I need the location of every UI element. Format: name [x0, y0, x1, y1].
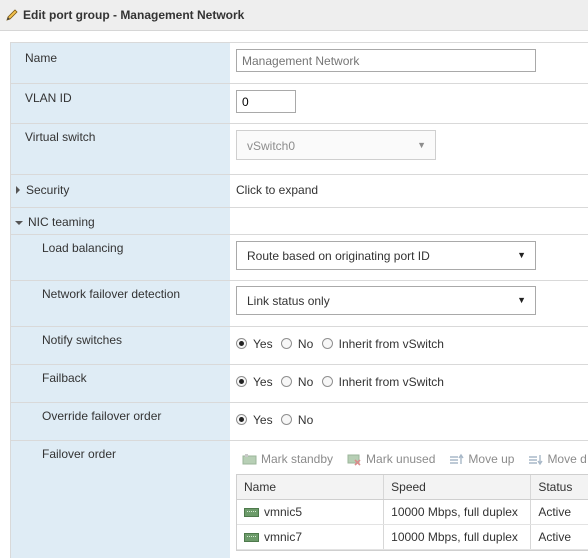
row-nic-teaming[interactable]: NIC teaming: [11, 208, 588, 235]
failback-no-option[interactable]: No: [280, 375, 313, 389]
nic-speed-cell: 10000 Mbps, full duplex: [384, 500, 532, 524]
name-input[interactable]: [236, 49, 536, 72]
move-up-icon: [450, 453, 464, 464]
override-no-option[interactable]: No: [280, 413, 313, 427]
radio-unselected[interactable]: [280, 338, 292, 349]
row-vlan-id: VLAN ID: [11, 84, 588, 124]
nic-name-cell: vmnic5: [237, 500, 385, 524]
override-failover-radio-group: Yes No: [236, 413, 318, 427]
row-load-balancing: Load balancing Route based on originatin…: [11, 235, 588, 281]
table-row[interactable]: vmnic5 10000 Mbps, full duplex Active: [237, 500, 588, 525]
virtual-switch-label: Virtual switch: [25, 130, 96, 144]
radio-unselected[interactable]: [321, 338, 333, 349]
radio-selected[interactable]: [236, 376, 247, 387]
security-label: Security: [26, 183, 70, 197]
nic-teaming-toggle[interactable]: NIC teaming: [15, 215, 95, 229]
column-header-name[interactable]: Name: [237, 475, 385, 499]
dialog-title: Edit port group - Management Network: [23, 8, 245, 22]
radio-selected[interactable]: [236, 414, 247, 425]
radio-unselected[interactable]: [280, 376, 292, 387]
security-toggle[interactable]: Security: [16, 183, 69, 197]
mark-unused-button[interactable]: Mark unused: [347, 452, 435, 466]
override-failover-label: Override failover order: [42, 409, 162, 423]
notify-inherit-option[interactable]: Inherit from vSwitch: [321, 337, 444, 351]
expand-arrow-icon: [16, 186, 20, 194]
network-adapter-icon: [244, 507, 259, 517]
radio-selected[interactable]: [236, 338, 247, 349]
row-name: Name: [11, 43, 588, 84]
vlan-id-label: VLAN ID: [25, 91, 72, 105]
column-header-speed[interactable]: Speed: [384, 475, 532, 499]
pencil-icon: [6, 9, 18, 21]
failback-inherit-option[interactable]: Inherit from vSwitch: [321, 375, 444, 389]
nic-teaming-label: NIC teaming: [28, 215, 95, 229]
nic-speed-cell: 10000 Mbps, full duplex: [384, 525, 532, 549]
mark-standby-icon: [242, 453, 257, 464]
failback-radio-group: Yes No Inherit from vSwitch: [236, 375, 449, 389]
nic-status-cell: Active: [538, 530, 571, 544]
chevron-down-icon: ▼: [417, 140, 426, 150]
failover-order-toolbar: Mark standby Mark unused Move up Move d: [242, 452, 588, 466]
dialog-title-bar: Edit port group - Management Network: [0, 0, 588, 31]
column-header-status[interactable]: Status: [531, 475, 588, 499]
security-click-to-expand[interactable]: Click to expand: [236, 183, 318, 197]
table-header: Name Speed Status: [237, 475, 588, 500]
radio-unselected[interactable]: [321, 376, 333, 387]
mark-unused-icon: [347, 454, 361, 466]
name-label: Name: [25, 51, 58, 65]
load-balancing-value: Route based on originating port ID: [247, 249, 430, 263]
radio-unselected[interactable]: [280, 414, 292, 425]
network-adapter-icon: [244, 532, 259, 542]
move-down-button[interactable]: Move d: [528, 452, 587, 466]
chevron-down-icon: ▼: [517, 250, 526, 260]
nic-status-cell: Active: [538, 505, 571, 519]
row-failback: Failback Yes No Inherit from vSwitch: [11, 365, 588, 403]
row-security[interactable]: Security Click to expand: [11, 175, 588, 208]
mark-standby-button[interactable]: Mark standby: [242, 452, 333, 466]
load-balancing-label: Load balancing: [42, 241, 124, 255]
row-failover-order: Failover order Mark standby Mark unused: [11, 441, 588, 559]
failover-order-table: Name Speed Status vmnic5 10000 Mbps, ful…: [236, 474, 588, 551]
collapse-arrow-icon: [15, 221, 23, 225]
failover-order-label: Failover order: [42, 447, 117, 461]
nic-name-cell: vmnic7: [237, 525, 385, 549]
load-balancing-select[interactable]: Route based on originating port ID ▼: [236, 241, 536, 270]
move-up-button[interactable]: Move up: [449, 452, 514, 466]
row-override-failover: Override failover order Yes No: [11, 403, 588, 441]
vlan-id-input[interactable]: [236, 90, 296, 113]
notify-switches-radio-group: Yes No Inherit from vSwitch: [236, 337, 449, 351]
failback-yes-option[interactable]: Yes: [236, 375, 273, 389]
notify-no-option[interactable]: No: [280, 337, 313, 351]
failover-detection-select[interactable]: Link status only ▼: [236, 286, 536, 315]
failover-detection-value: Link status only: [247, 294, 330, 308]
row-virtual-switch: Virtual switch vSwitch0 ▼: [11, 124, 588, 175]
notify-switches-label: Notify switches: [42, 333, 123, 347]
table-row[interactable]: vmnic7 10000 Mbps, full duplex Active: [237, 525, 588, 550]
failback-label: Failback: [42, 371, 87, 385]
virtual-switch-select[interactable]: vSwitch0 ▼: [236, 130, 436, 160]
move-down-icon: [529, 454, 544, 465]
port-group-form: Name VLAN ID Virtual switch vSwitch0 ▼ S…: [10, 42, 588, 558]
chevron-down-icon: ▼: [517, 295, 526, 305]
virtual-switch-value: vSwitch0: [247, 139, 296, 153]
row-notify-switches: Notify switches Yes No Inherit from vSwi…: [11, 327, 588, 365]
notify-yes-option[interactable]: Yes: [236, 337, 273, 351]
override-yes-option[interactable]: Yes: [236, 413, 273, 427]
row-failover-detection: Network failover detection Link status o…: [11, 281, 588, 327]
failover-detection-label: Network failover detection: [42, 287, 181, 301]
